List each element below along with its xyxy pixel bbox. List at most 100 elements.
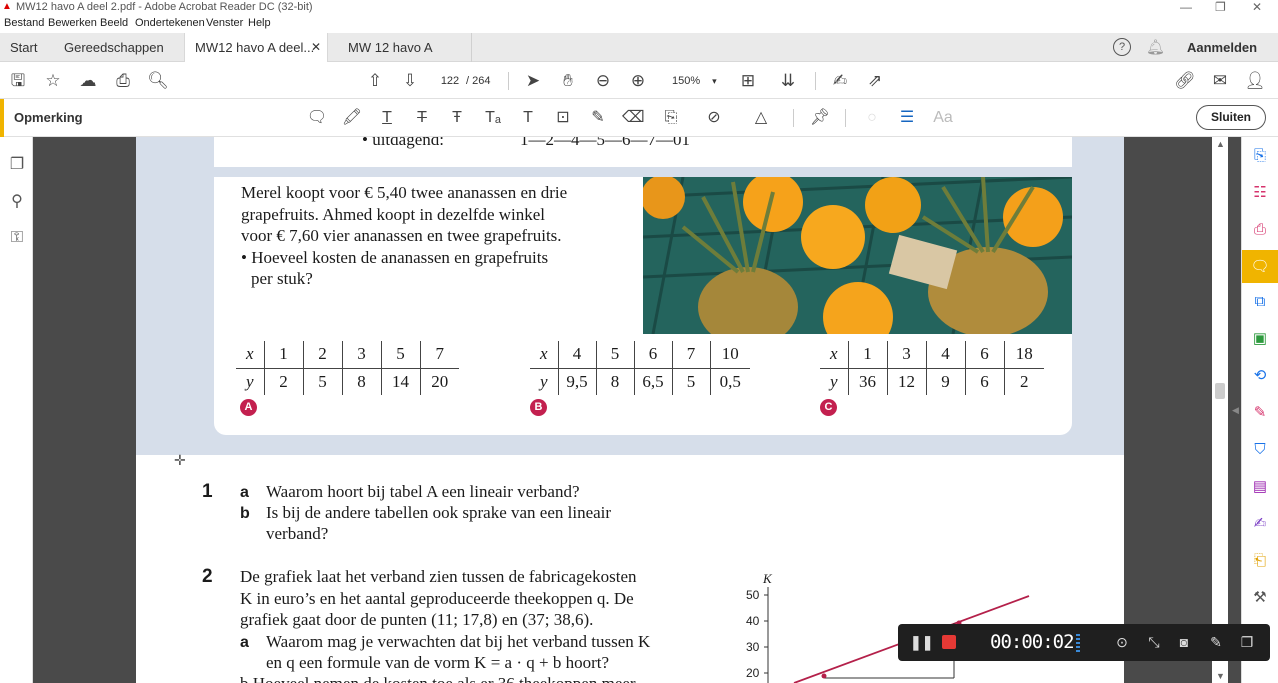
table-cell: 6 (634, 341, 673, 369)
more-tools-icon[interactable]: ⚒ (1250, 588, 1270, 608)
pen-icon[interactable]: ✎ (1207, 633, 1225, 651)
edit-pdf-icon[interactable]: ▣ (1250, 329, 1270, 349)
pause-icon[interactable]: ❚❚ (910, 633, 933, 651)
page-down-icon[interactable]: ⇩ (399, 70, 421, 92)
q2-line: De grafiek laat het verband zien tussen … (240, 567, 637, 586)
shapes-icon[interactable]: △ (750, 108, 772, 128)
menu-edit[interactable]: Bewerken (48, 17, 97, 29)
page-number-input[interactable]: 122 (435, 71, 465, 91)
prepare-form-icon[interactable]: ▤ (1250, 477, 1270, 497)
fill-sign-icon[interactable]: ✎ (1250, 403, 1270, 423)
save-icon[interactable]: 🖫 (7, 70, 29, 92)
share-icon[interactable]: ⇗ (864, 70, 886, 92)
tab-doc1[interactable]: MW12 havo A deel... ✕ (184, 33, 328, 62)
bell-icon[interactable]: 🔔︎ (1146, 38, 1165, 56)
strikethrough-icon[interactable]: T (411, 108, 433, 128)
menu-help[interactable]: Help (248, 17, 271, 29)
camera-icon[interactable]: ◙ (1175, 633, 1193, 651)
attach-icon[interactable]: ⊘ (703, 108, 725, 128)
page-thumbnails-icon[interactable]: ❐ (7, 154, 27, 174)
tab-tools[interactable]: Gereedschappen (54, 33, 174, 62)
q1-b-text-cont: verband? (266, 524, 329, 543)
table-cell: 12 (887, 368, 927, 395)
table-cell: 4 (558, 341, 597, 369)
sticky-note-icon[interactable]: 🗨︎ (306, 108, 328, 128)
add-text-icon[interactable]: T (517, 108, 539, 128)
menu-file[interactable]: Bestand (4, 17, 44, 29)
top-card: • uitdagend: 1—2—4—5—6—7—01 (214, 137, 1072, 167)
email-icon[interactable]: ✉ (1209, 70, 1231, 92)
window-icon[interactable]: ❐ (1238, 633, 1256, 651)
table-cell: 2 (1020, 371, 1029, 391)
help-icon[interactable]: ? (1113, 38, 1131, 56)
page-layout-icon[interactable]: ⊞ (737, 70, 759, 92)
x-header: x (820, 341, 849, 369)
attachments-icon[interactable]: ⚲ (7, 191, 27, 211)
underline-text-icon[interactable]: T (376, 108, 398, 128)
print-icon[interactable]: ⎙ (112, 70, 134, 92)
close-comment-button[interactable]: Sluiten (1196, 105, 1266, 130)
organize-pages-icon[interactable]: ☷ (1250, 183, 1270, 203)
scroll-mode-icon[interactable]: ⇊ (777, 70, 799, 92)
table-cell: 5 (672, 368, 711, 395)
zoom-search-icon[interactable]: 🔍︎ (147, 70, 169, 92)
pencil-icon[interactable]: ✎ (587, 108, 609, 128)
close-tab-icon[interactable]: ✕ (311, 33, 321, 62)
scroll-down-icon[interactable]: ▼ (1216, 671, 1225, 681)
highlight-icon[interactable]: 🖍︎ (341, 108, 363, 128)
link-icon[interactable]: 🔗︎ (1174, 70, 1196, 92)
add-user-icon[interactable]: 👤︎ (1244, 70, 1266, 92)
page-up-icon[interactable]: ⇧ (364, 70, 386, 92)
select-cursor-icon[interactable]: ➤ (522, 70, 544, 92)
star-icon[interactable]: ☆ (42, 70, 64, 92)
scroll-up-icon[interactable]: ▲ (1216, 139, 1225, 149)
collapse-right-icon[interactable]: ◀ (1232, 405, 1239, 416)
table-cell: 18 (1004, 341, 1044, 369)
stamp-tool-icon[interactable]: ⎗ (1250, 551, 1270, 571)
minimize-icon[interactable]: — (1180, 0, 1192, 14)
color-picker-icon[interactable]: ○ (861, 108, 883, 128)
tab-start[interactable]: Start (0, 33, 47, 62)
title-bar: ▲ MW12 havo A deel 2.pdf - Adobe Acrobat… (0, 0, 1278, 15)
menu-bar: Bestand Bewerken Beeld Ondertekenen Vens… (0, 15, 1278, 33)
camera-target-icon[interactable]: ⊙ (1113, 633, 1131, 651)
recording-timer: 00:00:02 (990, 631, 1075, 653)
stop-record-icon[interactable] (942, 635, 956, 649)
scroll-thumb[interactable] (1215, 383, 1225, 399)
graph-tick: 50 (746, 588, 760, 602)
menu-window[interactable]: Venster (206, 17, 243, 29)
hand-tool-icon[interactable]: ✋︎ (557, 70, 579, 92)
vertical-scrollbar[interactable]: ▲ ▼ ◀ (1212, 137, 1239, 683)
text-box-icon[interactable]: ⊡ (552, 108, 574, 128)
export-pdf-icon[interactable]: ⎙ (1250, 220, 1270, 240)
cloud-upload-icon[interactable]: ☁ (77, 70, 99, 92)
insert-text-icon[interactable]: Tₐ (482, 108, 504, 128)
scan-icon[interactable]: ⟲ (1250, 366, 1270, 386)
y-header: y (236, 368, 265, 395)
stamp-icon[interactable]: ⎘ (660, 108, 682, 128)
line-width-icon[interactable]: ☰ (896, 108, 918, 128)
menu-sign[interactable]: Ondertekenen (135, 17, 205, 29)
document-view[interactable]: • uitdagend: 1—2—4—5—6—7—01 Merel koopt … (33, 137, 1241, 683)
tab-doc2[interactable]: MW 12 havo A deel... (338, 33, 472, 84)
close-window-icon[interactable]: ✕ (1252, 0, 1262, 14)
create-pdf-icon[interactable]: ⎘ (1250, 146, 1270, 166)
zoom-in-icon[interactable]: ⊕ (627, 70, 649, 92)
sign-icon[interactable]: ✍︎ (829, 70, 851, 92)
signin-link[interactable]: Aanmelden (1187, 40, 1257, 55)
shrink-icon[interactable]: ⤡ (1145, 633, 1163, 651)
font-size-label[interactable]: Aa (932, 108, 954, 128)
combine-files-icon[interactable]: ⧉ (1250, 292, 1270, 312)
eraser-icon[interactable]: ⌫ (622, 108, 645, 128)
intro-line: voor € 7,60 vier ananassen en twee grape… (241, 226, 562, 245)
menu-view[interactable]: Beeld (100, 17, 128, 29)
send-for-signature-icon[interactable]: ✍︎ (1250, 514, 1270, 534)
security-icon[interactable]: ⚿ (7, 229, 27, 249)
restore-icon[interactable]: ❐ (1215, 0, 1226, 14)
zoom-select[interactable]: 150% ▾ (662, 71, 718, 91)
protect-icon[interactable]: ⛉ (1250, 440, 1270, 460)
replace-text-icon[interactable]: Ŧ (446, 108, 468, 128)
comment-tool-active[interactable]: 🗨︎ (1242, 250, 1278, 283)
zoom-out-icon[interactable]: ⊖ (592, 70, 614, 92)
pin-icon[interactable]: 📌︎ (809, 108, 831, 128)
